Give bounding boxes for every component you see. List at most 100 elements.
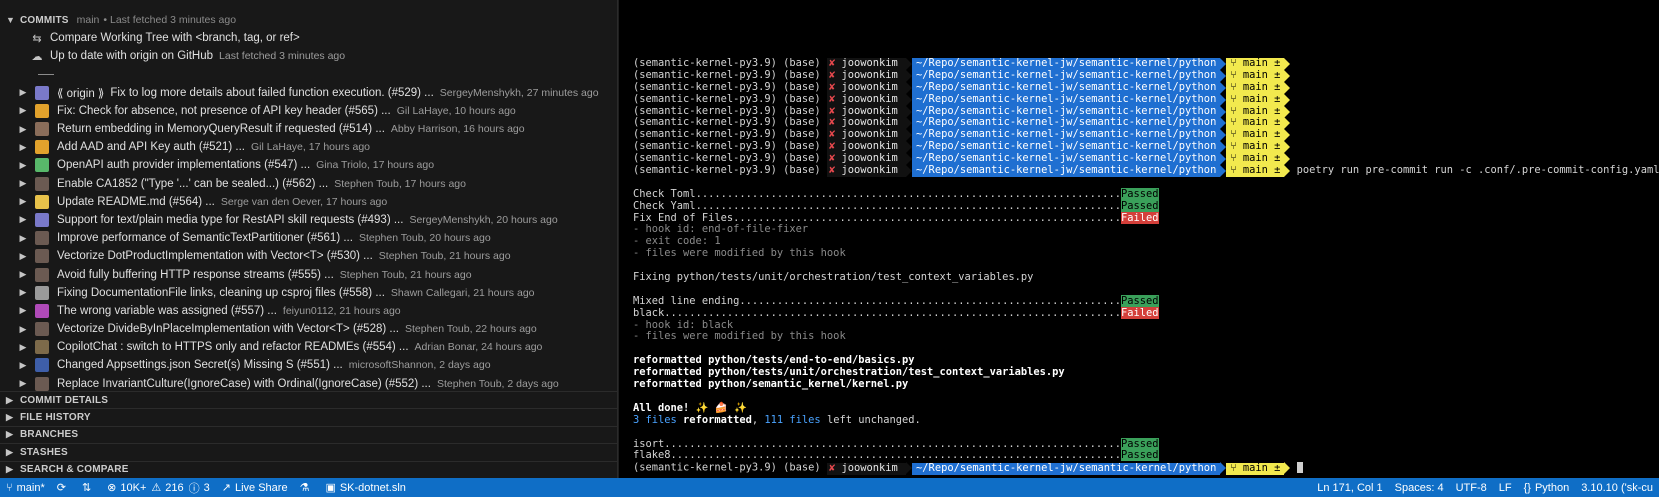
problems-indicator[interactable]: ⊗ 10K+ ⚠ 216 ⓘ 3 — [101, 478, 216, 497]
encoding[interactable]: UTF-8 — [1450, 478, 1493, 497]
commit-action[interactable]: ⇆ Compare Working Tree with <branch, tag,… — [0, 29, 617, 47]
hook-status-badge: Failed — [1120, 306, 1159, 319]
commit-author-time: Gil LaHaye, 17 hours ago — [250, 141, 371, 154]
branch-indicator[interactable]: ⑂ main* — [0, 478, 51, 497]
commit-row[interactable]: ▶ Avoid fully buffering HTTP response str… — [0, 265, 617, 283]
errors-count: 10K+ — [120, 481, 147, 494]
commit-row[interactable]: ▶ Enable CA1852 ("Type '...' can be seale… — [0, 175, 617, 193]
commit-row[interactable]: ▶ Improve performance of SemanticTextPart… — [0, 229, 617, 247]
avatar — [35, 322, 49, 337]
chevron-right-icon[interactable]: ▶ — [16, 124, 30, 135]
commit-message: Avoid fully buffering HTTP response stre… — [57, 268, 334, 281]
prompt-git-label: main ± — [1236, 152, 1281, 165]
hook-status-badge: Passed — [1120, 199, 1159, 212]
commit-row[interactable]: ▶ Support for text/plain media type for R… — [0, 211, 617, 229]
section-header-search-compare[interactable]: ▶ SEARCH & COMPARE — [0, 460, 617, 478]
prompt-user: joowonkim — [841, 140, 898, 153]
commit-message: Return embedding in MemoryQueryResult if… — [57, 123, 385, 136]
status-x-icon: ✘ — [828, 80, 836, 93]
chevron-right-icon[interactable]: ▶ — [16, 142, 30, 153]
commit-row[interactable]: ▶ Return embedding in MemoryQueryResult i… — [0, 120, 617, 138]
prompt-path: ~/Repo/semantic-kernel-jw/semantic-kerne… — [912, 462, 1221, 475]
commits-section-header[interactable]: ▼ COMMITS main • Last fetched 3 minutes … — [0, 11, 617, 29]
commit-author-time: SergeyMenshykh, 20 hours ago — [409, 213, 558, 226]
commit-row[interactable]: ▶ OpenAPI auth provider implementations (… — [0, 156, 617, 174]
section-header-stashes[interactable]: ▶ STASHES — [0, 443, 617, 460]
chevron-right-icon[interactable]: ▶ — [16, 305, 30, 316]
commit-row[interactable]: ▶ Fixing DocumentationFile links, cleanin… — [0, 284, 617, 302]
commit-author-time: Stephen Toub, 21 hours ago — [378, 250, 511, 263]
language-mode[interactable]: {} Python — [1518, 478, 1576, 497]
hook-name: Mixed line ending — [633, 294, 740, 307]
commit-row[interactable]: ▶ The wrong variable was assigned (#557) … — [0, 302, 617, 320]
info-count: 3 — [203, 481, 210, 494]
status-bar: ⑂ main* ⟳ ⇅ ⊗ 10K+ ⚠ 216 ⓘ 3 ↗ Live Share ⚗ ▣… — [0, 478, 1659, 497]
chevron-right-icon[interactable]: ▶ — [16, 233, 30, 244]
prompt-user: joowonkim — [841, 116, 898, 129]
live-share-button[interactable]: ↗ Live Share — [216, 478, 294, 497]
avatar — [35, 194, 49, 209]
chevron-right-icon[interactable]: ▶ — [16, 269, 30, 280]
commit-row[interactable]: ▶ Vectorize DivideByInPlaceImplementation… — [0, 320, 617, 338]
line-ending[interactable]: LF — [1493, 478, 1518, 497]
hook-status-badge: Failed — [1120, 211, 1159, 224]
solution-label: SK-dotnet.sln — [339, 481, 406, 494]
commit-author-time: microsoftShannon, 2 days ago — [348, 359, 491, 372]
chevron-right-icon[interactable]: ▶ — [16, 196, 30, 207]
commit-message: Fix to log more details about failed fun… — [110, 86, 434, 99]
git-compare-icon: ⇅ — [81, 482, 92, 494]
commit-row[interactable]: ▶ Add AAD and API Key auth (#521) ... Gil … — [0, 138, 617, 156]
chevron-right-icon[interactable]: ▶ — [16, 360, 30, 371]
commit-row[interactable]: ▶ ⟪ origin ⟫ Fix to log more details about… — [0, 84, 617, 102]
avatar — [35, 85, 49, 100]
chevron-right-icon[interactable]: ▶ — [16, 251, 30, 262]
powerline-separator — [1284, 141, 1291, 154]
chevron-right-icon[interactable]: ▶ — [16, 324, 30, 335]
hook-dots: ........................................… — [695, 187, 1121, 200]
python-interpreter[interactable]: 3.10.10 ('sk-cu — [1575, 478, 1659, 497]
commit-author-time: Stephen Toub, 20 hours ago — [358, 232, 491, 245]
section-header-commit-details[interactable]: ▶ COMMIT DETAILS — [0, 391, 617, 408]
commit-message: Improve performance of SemanticTextParti… — [57, 232, 353, 245]
commit-author-time: feiyun0112, 21 hours ago — [282, 304, 401, 317]
hook-result-line: flake8..................................… — [633, 449, 1659, 462]
publish-button[interactable]: ⇅ — [76, 478, 101, 497]
chevron-right-icon[interactable]: ▶ — [16, 160, 30, 171]
powerline-separator — [1284, 58, 1291, 70]
commit-row[interactable]: ▶ Replace InvariantCulture(IgnoreCase) wi… — [0, 375, 617, 391]
prompt-git-label: main ± — [1236, 116, 1281, 129]
chevron-right-icon[interactable]: ▶ — [16, 105, 30, 116]
chevron-right-icon[interactable]: ▶ — [16, 87, 30, 98]
chevron-right-icon[interactable]: ▶ — [16, 342, 30, 353]
avatar — [35, 376, 49, 391]
powerline-separator — [1284, 93, 1291, 106]
sync-button[interactable]: ⟳ — [51, 478, 76, 497]
compare-icon: ⇆ — [32, 32, 42, 45]
commit-row[interactable]: ▶ Changed Appsettings.json Secret(s) Miss… — [0, 356, 617, 374]
section-header-file-history[interactable]: ▶ FILE HISTORY — [0, 408, 617, 425]
section-header-branches[interactable]: ▶ BRANCHES — [0, 425, 617, 443]
chevron-right-icon[interactable]: ▶ — [16, 178, 30, 189]
commit-row[interactable]: ▶ CopilotChat : switch to HTTPS only and … — [0, 338, 617, 356]
commit-row[interactable]: ▶ Update README.md (#564) ... Serge van de… — [0, 193, 617, 211]
terminal-panel[interactable]: (semantic-kernel-py3.9) (base) ✘ joowonk… — [619, 0, 1659, 478]
solution-indicator[interactable]: ▣ SK-dotnet.sln — [319, 478, 411, 497]
chevron-right-icon[interactable]: ▶ — [16, 378, 30, 389]
chevron-right-icon[interactable]: ▶ — [16, 287, 30, 298]
section-title: FILE HISTORY — [20, 412, 91, 424]
hook-dots: ........................................… — [739, 294, 1121, 307]
origin-badge: ⟪ origin ⟫ — [57, 87, 105, 100]
commit-row[interactable]: ▶ Fix: Check for absence, not presence of… — [0, 102, 617, 120]
prompt-git-label: main ± — [1236, 68, 1281, 81]
commit-row[interactable]: ▶ Vectorize DotProductImplementation with… — [0, 247, 617, 265]
indentation[interactable]: Spaces: 4 — [1389, 478, 1450, 497]
avatar — [35, 303, 49, 318]
flask-button[interactable]: ⚗ — [294, 478, 320, 497]
status-x-icon: ✘ — [828, 461, 836, 474]
prompt-user: joowonkim — [841, 152, 898, 165]
commit-action[interactable]: ☁ Up to date with origin on GitHub Last fe… — [0, 47, 617, 65]
chevron-right-icon[interactable]: ▶ — [16, 214, 30, 225]
commit-author-time: Abby Harrison, 16 hours ago — [390, 123, 525, 136]
summary-text: reformatted — [676, 413, 752, 426]
cursor-position[interactable]: Ln 171, Col 1 — [1311, 478, 1388, 497]
